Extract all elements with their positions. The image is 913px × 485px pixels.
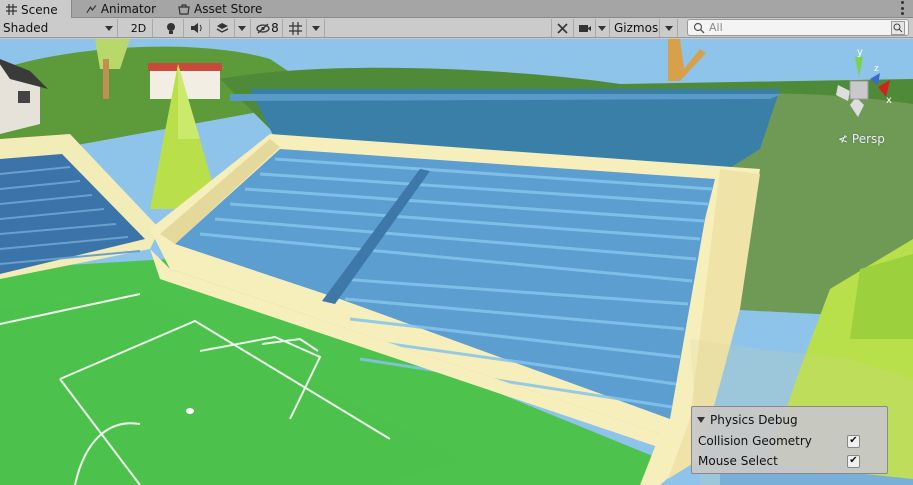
gizmo-axis-z: z	[874, 64, 879, 74]
physics-debug-panel: Physics Debug Collision Geometry ✔ Mouse…	[691, 406, 888, 474]
gizmos-button[interactable]: Gizmos	[611, 19, 660, 37]
search-input[interactable]	[709, 21, 889, 34]
tab-animator[interactable]: Animator	[80, 0, 162, 18]
effects-toggle-button[interactable]	[210, 19, 235, 37]
2d-toggle-button[interactable]: 2D	[125, 19, 153, 37]
tools-toggle-button[interactable]	[551, 19, 574, 37]
shading-mode-label: Shaded	[3, 21, 49, 35]
lightbulb-icon	[166, 22, 175, 34]
chevron-down-icon	[665, 26, 673, 31]
scene-search	[687, 19, 909, 36]
gizmo-axis-y: y	[857, 47, 863, 58]
projection-text: Persp	[851, 132, 885, 146]
collision-geometry-row: Collision Geometry ✔	[698, 432, 884, 450]
shading-mode-dropdown[interactable]: Shaded	[0, 19, 118, 37]
grid-dropdown[interactable]	[307, 19, 325, 37]
foldout-arrow-icon	[697, 417, 705, 423]
chevron-down-icon	[105, 26, 113, 31]
camera-icon	[578, 24, 591, 32]
more-options-icon[interactable]	[899, 1, 905, 15]
tab-scene-label: Scene	[21, 2, 58, 17]
chevron-down-icon	[598, 26, 606, 31]
tools-icon	[557, 22, 568, 34]
checkmark-icon: ✔	[849, 455, 858, 466]
effects-dropdown[interactable]	[235, 19, 251, 37]
tab-animator-label: Animator	[100, 2, 156, 16]
asset-store-icon	[178, 3, 190, 15]
hidden-eye-icon	[256, 23, 270, 33]
physics-debug-header[interactable]: Physics Debug	[697, 413, 798, 427]
collision-geometry-label: Collision Geometry	[698, 434, 812, 448]
tab-asset-store[interactable]: Asset Store	[172, 0, 272, 18]
chevron-down-icon	[312, 26, 320, 31]
mouse-select-label: Mouse Select	[698, 454, 778, 468]
tab-asset-store-label: Asset Store	[194, 2, 263, 16]
axis-gizmo-icon: y x z	[836, 47, 892, 117]
gizmos-dropdown[interactable]	[660, 19, 678, 37]
lighting-toggle-button[interactable]	[158, 19, 184, 37]
tab-scene[interactable]: Scene	[0, 0, 72, 19]
grid-icon	[289, 21, 302, 35]
speaker-icon	[191, 23, 202, 33]
scene-visibility-toggle[interactable]: 8	[253, 19, 283, 37]
search-icon	[693, 22, 705, 33]
scene-orientation-gizmo[interactable]: y x z	[830, 45, 896, 125]
gizmos-label: Gizmos	[614, 21, 659, 35]
scene-toolbar: Shaded 2D 8 Gizmos	[0, 18, 913, 38]
collision-geometry-checkbox[interactable]: ✔	[847, 434, 860, 448]
grid-snapping-toggle[interactable]	[285, 19, 307, 37]
scene-view[interactable]: y x z ≮ Persp Physics Debug Collision Ge…	[0, 39, 913, 485]
projection-label[interactable]: ≮ Persp	[838, 132, 885, 146]
search-options-icon[interactable]	[891, 21, 905, 35]
chevron-down-icon	[238, 26, 246, 31]
hidden-count: 8	[271, 21, 279, 35]
physics-debug-title: Physics Debug	[710, 413, 798, 427]
layers-icon	[216, 23, 228, 33]
camera-dropdown[interactable]	[596, 19, 610, 37]
mouse-select-row: Mouse Select ✔	[698, 452, 884, 470]
animator-icon	[86, 4, 97, 13]
scene-hash-icon	[6, 4, 17, 15]
camera-button[interactable]	[574, 19, 596, 37]
mouse-select-checkbox[interactable]: ✔	[847, 454, 860, 468]
audio-toggle-button[interactable]	[184, 19, 210, 37]
tab-bar: Scene Animator Asset Store	[0, 0, 913, 19]
persp-arrows-icon: ≮	[838, 132, 849, 146]
gizmo-axis-x: x	[886, 95, 892, 106]
checkmark-icon: ✔	[849, 435, 858, 446]
2d-label: 2D	[130, 21, 147, 35]
